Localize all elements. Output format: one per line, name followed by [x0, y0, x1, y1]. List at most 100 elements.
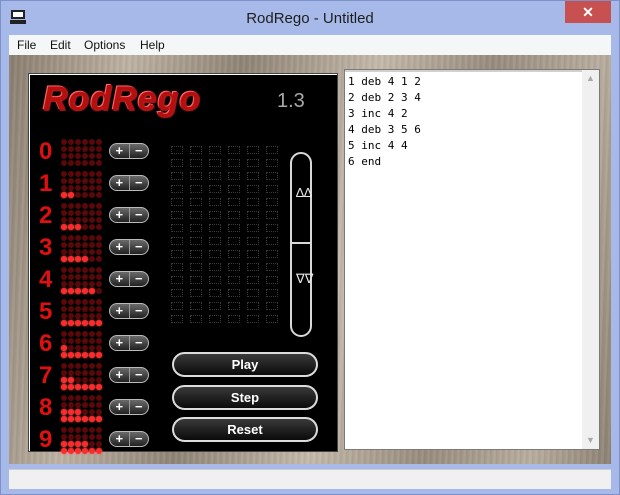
bead [96, 441, 102, 447]
bead-lit [89, 416, 95, 422]
program-cell [190, 289, 202, 297]
scroll-up-icon[interactable]: ▲ [582, 70, 599, 87]
close-button[interactable]: ✕ [565, 1, 611, 23]
bead [89, 274, 95, 280]
decrement-button[interactable]: − [130, 368, 149, 382]
increment-button[interactable]: + [110, 208, 130, 222]
program-cell [209, 276, 221, 284]
bead-lit [61, 192, 67, 198]
decrement-button[interactable]: − [130, 144, 149, 158]
increment-button[interactable]: + [110, 176, 130, 190]
bead [61, 370, 67, 376]
program-cell [209, 237, 221, 245]
play-button[interactable]: Play [172, 352, 318, 377]
bead [75, 160, 81, 166]
decrement-button[interactable]: − [130, 400, 149, 414]
bead-lit [68, 448, 74, 454]
decrement-button[interactable]: − [130, 272, 149, 286]
program-cell [228, 146, 240, 154]
register-stepper: + − [109, 175, 149, 191]
program-cell [209, 289, 221, 297]
decrement-button[interactable]: − [130, 304, 149, 318]
menu-edit[interactable]: Edit [50, 38, 71, 52]
bead [75, 281, 81, 287]
bead [61, 363, 67, 369]
decrement-button[interactable]: − [130, 240, 149, 254]
title-bar[interactable]: RodRego - Untitled ✕ [1, 1, 619, 35]
bead [82, 153, 88, 159]
increment-button[interactable]: + [110, 272, 130, 286]
reset-button[interactable]: Reset [172, 417, 318, 442]
down-arrow-icon[interactable]: ∇∇ [296, 272, 313, 285]
program-cell [247, 172, 259, 180]
bead [96, 306, 102, 312]
bead-lit [96, 384, 102, 390]
menu-help[interactable]: Help [140, 38, 165, 52]
program-cell [266, 172, 278, 180]
bead-lit [68, 224, 74, 230]
bead [75, 242, 81, 248]
bead-lit [68, 256, 74, 262]
bead [89, 217, 95, 223]
bead-lit [75, 448, 81, 454]
program-cell [247, 250, 259, 258]
bead [61, 178, 67, 184]
bead [61, 171, 67, 177]
decrement-button[interactable]: − [130, 176, 149, 190]
menu-file[interactable]: File [17, 38, 36, 52]
program-cell [171, 315, 183, 323]
bead [96, 139, 102, 145]
up-arrow-icon[interactable]: ∆∆ [296, 186, 312, 199]
increment-button[interactable]: + [110, 336, 130, 350]
bead [61, 160, 67, 166]
program-cell [266, 315, 278, 323]
decrement-button[interactable]: − [130, 336, 149, 350]
register-beads [61, 235, 103, 263]
bead [89, 338, 95, 344]
bead [96, 242, 102, 248]
register-number: 7 [39, 362, 53, 389]
program-cell [190, 185, 202, 193]
program-cell [190, 250, 202, 258]
increment-button[interactable]: + [110, 240, 130, 254]
bead [89, 434, 95, 440]
bead [82, 178, 88, 184]
bead [89, 299, 95, 305]
register-row: 2 + − [37, 200, 167, 230]
bead-lit [75, 409, 81, 415]
bead [96, 224, 102, 230]
decrement-button[interactable]: − [130, 208, 149, 222]
bead [68, 370, 74, 376]
register-row: 7 + − [37, 360, 167, 390]
scroll-down-icon[interactable]: ▼ [582, 432, 599, 449]
bead [89, 441, 95, 447]
increment-button[interactable]: + [110, 400, 130, 414]
program-editor[interactable]: 1 deb 4 1 2 2 deb 2 3 4 3 inc 4 2 4 deb … [344, 69, 600, 450]
bead [82, 377, 88, 383]
bead-lit [89, 448, 95, 454]
program-cell [228, 198, 240, 206]
editor-scrollbar[interactable]: ▲ ▼ [582, 70, 599, 449]
bead [89, 256, 95, 262]
step-button[interactable]: Step [172, 385, 318, 410]
increment-button[interactable]: + [110, 144, 130, 158]
bead [61, 249, 67, 255]
increment-button[interactable]: + [110, 432, 130, 446]
decrement-button[interactable]: − [130, 432, 149, 446]
bead-lit [89, 384, 95, 390]
increment-button[interactable]: + [110, 304, 130, 318]
bead [82, 267, 88, 273]
program-cell [247, 159, 259, 167]
bead [61, 153, 67, 159]
program-cell [266, 224, 278, 232]
menu-bar: File Edit Options Help [9, 35, 611, 55]
menu-options[interactable]: Options [84, 38, 125, 52]
bead [68, 274, 74, 280]
bead [96, 267, 102, 273]
program-scroll-control: ∆∆ ∇∇ [290, 152, 313, 337]
bead [89, 160, 95, 166]
bead [82, 192, 88, 198]
program-code[interactable]: 1 deb 4 1 2 2 deb 2 3 4 3 inc 4 2 4 deb … [348, 74, 421, 170]
increment-button[interactable]: + [110, 368, 130, 382]
program-cell [171, 237, 183, 245]
